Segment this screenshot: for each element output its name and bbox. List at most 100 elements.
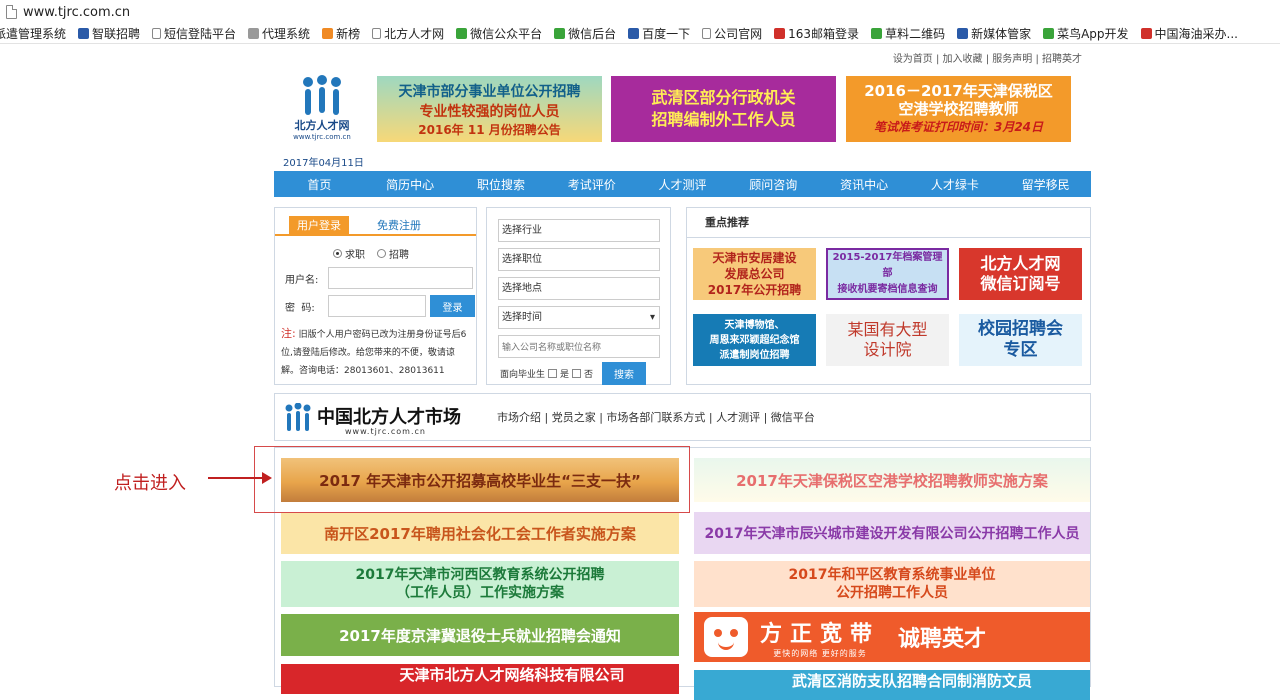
loader-icon <box>248 28 260 39</box>
bang-icon <box>322 28 334 39</box>
featured-line: 天津市安居建设 <box>712 251 797 265</box>
bookmark-item[interactable]: 百度一下 <box>628 25 690 42</box>
bookmark-item[interactable]: 微信公众平台 <box>456 25 542 42</box>
logo-people-icon <box>299 75 345 117</box>
location-select[interactable]: 选择地点 <box>498 277 660 300</box>
banner-line: 招聘编制外工作人员 <box>651 110 796 129</box>
announcement-heping-education[interactable]: 2017年和平区教育系统事业单位 公开招聘工作人员 <box>694 561 1090 607</box>
featured-title: 重点推荐 <box>687 208 1090 238</box>
announcement-beifang-tech[interactable]: 天津市北方人才网络科技有限公司 <box>281 664 679 694</box>
radio-recruiter[interactable]: 招聘 <box>377 246 409 261</box>
bookmark-item[interactable]: 163邮箱登录 <box>774 25 859 42</box>
featured-line: 天津博物馆、 <box>724 319 785 331</box>
broadband-title: 方正宽带 <box>760 621 881 647</box>
username-input[interactable] <box>328 267 473 289</box>
bookmark-item[interactable]: 中国海油采办... <box>1140 25 1238 42</box>
featured-line: 2017年公开招聘 <box>707 283 802 297</box>
graduate-yes-checkbox[interactable] <box>548 369 558 378</box>
bookmark-label: 新榜 <box>336 27 361 41</box>
time-select[interactable]: 选择时间 <box>498 306 660 329</box>
address-bar[interactable]: www.tjrc.com.cn <box>0 0 1280 24</box>
bookmark-item[interactable]: 代理系统 <box>248 25 310 42</box>
market-logo[interactable]: 中国北方人才市场 www.tjrc.com.cn <box>281 397 491 437</box>
bookmark-item[interactable]: 北方人才网 <box>372 25 444 42</box>
announcement-veterans-fair[interactable]: 2017年度京津冀退役士兵就业招聘会通知 <box>281 614 679 656</box>
logo-url: www.tjrc.com.cn <box>293 133 351 141</box>
bookmark-item[interactable]: 微信后台 <box>554 25 616 42</box>
bookmark-label: 短信登陆平台 <box>164 27 237 41</box>
featured-line: 专区 <box>1003 340 1038 360</box>
featured-campus-fair[interactable]: 校园招聘会 专区 <box>959 314 1082 366</box>
nav-item-consulting[interactable]: 顾问咨询 <box>728 176 819 193</box>
bookmark-item[interactable]: 智联招聘 <box>78 25 140 42</box>
nav-item-home[interactable]: 首页 <box>274 176 365 193</box>
announcement-nankai-union[interactable]: 南开区2017年聘用社会化工会工作者实施方案 <box>281 512 679 554</box>
banner-line: 2016年 11 月份招聘公告 <box>418 122 561 137</box>
market-bar: 中国北方人才市场 www.tjrc.com.cn 市场介绍 | 党员之家 | 市… <box>274 393 1091 441</box>
bookmark-item[interactable]: 新媒体管家 <box>957 25 1031 42</box>
featured-wechat-subscription[interactable]: 北方人才网 微信订阅号 <box>959 248 1082 300</box>
featured-archive-query[interactable]: 2015-2017年档案管理部 接收机要寄档信息查询 <box>826 248 949 300</box>
bookmark-item[interactable]: 短信登陆平台 <box>152 25 236 42</box>
featured-panel: 重点推荐 天津市安居建设 发展总公司 2017年公开招聘 2015-2017年档… <box>686 207 1091 385</box>
market-links[interactable]: 市场介绍 | 党员之家 | 市场各部门联系方式 | 人才测评 | 微信平台 <box>497 409 815 425</box>
current-date: 2017年04月11日 <box>283 158 364 169</box>
market-logo-icon <box>285 403 311 431</box>
bookmark-item[interactable]: 派遣管理系统 <box>0 25 66 42</box>
nav-item-green-card[interactable]: 人才绿卡 <box>909 176 1000 193</box>
announcement-chenxing-company[interactable]: 2017年天津市辰兴城市建设开发有限公司公开招聘工作人员 <box>694 512 1090 554</box>
radio-label: 招聘 <box>389 250 409 261</box>
announcement-wuqing-fire[interactable]: 武清区消防支队招聘合同制消防文员 <box>694 670 1090 700</box>
top-links[interactable]: 设为首页 | 加入收藏 | 服务声明 | 招聘英才 <box>893 50 1082 65</box>
nav-item-study-abroad[interactable]: 留学移民 <box>1000 176 1091 193</box>
password-input[interactable] <box>328 295 426 317</box>
market-url: www.tjrc.com.cn <box>345 427 426 436</box>
announcement-line: 公开招聘工作人员 <box>836 585 948 601</box>
bookmark-item[interactable]: 新榜 <box>322 25 360 42</box>
page-icon <box>702 28 712 39</box>
tab-user-login[interactable]: 用户登录 <box>289 216 349 236</box>
announcement-line: （工作人员）工作实施方案 <box>396 585 564 601</box>
industry-select[interactable]: 选择行业 <box>498 219 660 242</box>
username-label: 用户名: <box>285 274 319 286</box>
wechat-icon <box>456 28 468 39</box>
bookmark-label: 代理系统 <box>262 27 311 41</box>
announcement-founder-broadband[interactable]: 方正宽带 更快的网络 更好的服务 诚聘英才 <box>694 612 1090 662</box>
bookmark-label: 派遣管理系统 <box>0 27 67 41</box>
page-icon <box>372 28 382 39</box>
announcement-bonded-teachers[interactable]: 2017年天津保税区空港学校招聘教师实施方案 <box>694 458 1090 502</box>
featured-design-institute[interactable]: 某国有大型 设计院 <box>826 314 949 366</box>
featured-line: 派遣制岗位招聘 <box>719 349 790 361</box>
keyword-input[interactable] <box>498 335 660 358</box>
bookmark-label: 新媒体管家 <box>971 27 1032 41</box>
nav-item-exam[interactable]: 考试评价 <box>546 176 637 193</box>
featured-museum-recruitment[interactable]: 天津博物馆、 周恩来邓颖超纪念馆 派遣制岗位招聘 <box>693 314 816 366</box>
nav-item-resume[interactable]: 简历中心 <box>365 176 456 193</box>
login-button[interactable]: 登录 <box>430 295 475 317</box>
bookmark-label: 163邮箱登录 <box>788 27 860 41</box>
nav-item-news[interactable]: 资讯中心 <box>819 176 910 193</box>
graduate-no-checkbox[interactable] <box>572 369 582 378</box>
featured-housing-company[interactable]: 天津市安居建设 发展总公司 2017年公开招聘 <box>693 248 816 300</box>
banner-bonded-zone-teachers[interactable]: 2016－2017年天津保税区 空港学校招聘教师 笔试准考证打印时间：3月24日 <box>846 76 1071 142</box>
mascot-face-icon <box>704 617 748 657</box>
tab-register[interactable]: 免费注册 <box>369 216 429 236</box>
password-label: 密 码: <box>285 302 315 314</box>
radio-job-seeker[interactable]: 求职 <box>333 246 365 261</box>
banner-public-institution-recruitment[interactable]: 天津市部分事业单位公开招聘 专业性较强的岗位人员 2016年 11 月份招聘公告 <box>377 76 602 142</box>
bookmark-label: 菜鸟App开发 <box>1057 27 1129 41</box>
announcement-hexi-education[interactable]: 2017年天津市河西区教育系统公开招聘 （工作人员）工作实施方案 <box>281 561 679 607</box>
position-select[interactable]: 选择职位 <box>498 248 660 271</box>
bookmark-item[interactable]: 草料二维码 <box>871 25 945 42</box>
banner-wuqing-recruitment[interactable]: 武清区部分行政机关 招聘编制外工作人员 <box>611 76 836 142</box>
featured-line: 设计院 <box>863 340 912 359</box>
nav-item-assessment[interactable]: 人才测评 <box>637 176 728 193</box>
bookmark-item[interactable]: 公司官网 <box>702 25 762 42</box>
bookmark-item[interactable]: 菜鸟App开发 <box>1043 25 1129 42</box>
site-logo[interactable]: 北方人才网 www.tjrc.com.cn <box>282 75 362 145</box>
url-text[interactable]: www.tjrc.com.cn <box>23 5 130 20</box>
banner-line: 笔试准考证打印时间：3月24日 <box>873 120 1044 134</box>
nav-item-job-search[interactable]: 职位搜索 <box>456 176 547 193</box>
search-button[interactable]: 搜索 <box>602 362 647 385</box>
radio-label: 求职 <box>345 250 365 261</box>
